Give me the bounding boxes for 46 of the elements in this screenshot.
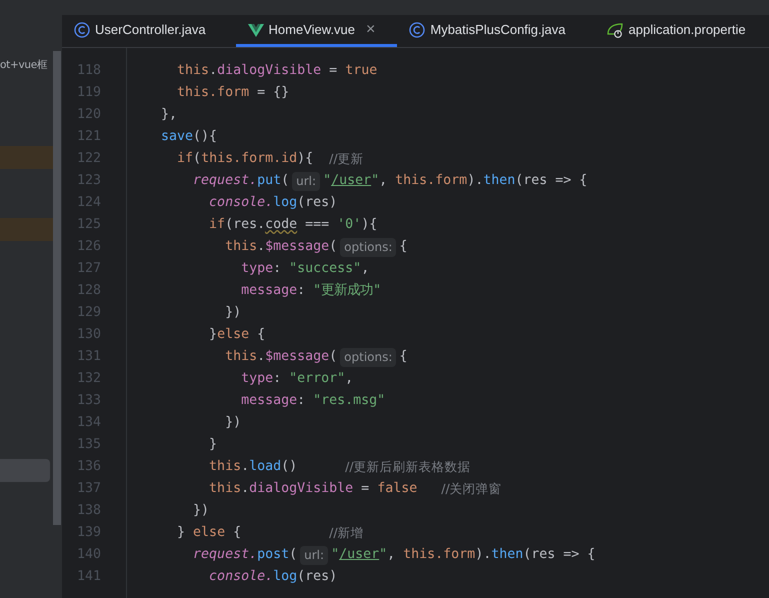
code-line: this.dialogVisible = false //关闭弹窗 — [208, 480, 503, 498]
parameter-hint: options: — [340, 238, 396, 256]
close-button[interactable]: × — [366, 20, 376, 38]
code-line: this.load() //更新后刷新表格数据 — [208, 458, 472, 476]
code-line: }) — [224, 304, 242, 322]
code-line: type: "error", — [240, 370, 354, 388]
code-line: }) — [192, 502, 210, 520]
code-line: this.form = {} — [176, 84, 290, 102]
code-text: { — [399, 238, 408, 256]
class-icon — [74, 22, 90, 38]
code-text: this.$message( — [224, 348, 338, 366]
code-text: this.$message( — [224, 238, 338, 256]
code-line: message: "更新成功" — [240, 282, 382, 300]
code-line: }) — [224, 414, 242, 432]
class-icon — [409, 22, 426, 38]
code-line: }else { — [208, 326, 266, 344]
code-text: { — [399, 348, 408, 366]
scrollbar[interactable] — [53, 51, 61, 525]
code-text: request.post( — [192, 546, 298, 564]
changed-row-highlight — [0, 218, 53, 241]
changed-row-highlight — [0, 146, 53, 169]
selected-row[interactable] — [0, 459, 50, 482]
vue-icon — [248, 22, 264, 36]
parameter-hint: url: — [292, 172, 320, 190]
code-text: "/user", this.form).then(res => { — [331, 546, 596, 564]
code-line: console.log(res) — [208, 194, 338, 212]
code-line: if(this.form.id){ //更新 — [176, 150, 365, 168]
code-line: type: "success", — [240, 260, 370, 278]
code-line: save(){ — [160, 128, 218, 146]
code-line: } else { //新增 — [176, 524, 365, 542]
project-title[interactable]: ot+vue框 — [0, 58, 48, 72]
file-tab[interactable]: application.propertie — [594, 15, 768, 47]
code-line: this.dialogVisible = true — [176, 62, 378, 80]
parameter-hint: options: — [340, 348, 396, 366]
leaf-power-icon — [606, 22, 624, 38]
file-tab[interactable]: HomeView.vue × — [236, 15, 398, 47]
file-tab[interactable]: MybatisPlusConfig.java — [397, 15, 594, 47]
code-line: }, — [160, 106, 178, 124]
code-line: message: "res.msg" — [240, 392, 386, 410]
code-line: } — [208, 436, 218, 454]
code-text: request.put( — [192, 172, 290, 190]
code-line: if(res.code === '0'){ — [208, 216, 378, 234]
code-text: "/user", this.form).then(res => { — [323, 172, 588, 190]
parameter-hint: url: — [300, 546, 328, 564]
file-tab[interactable]: UserController.java — [62, 15, 236, 47]
code-line: console.log(res) — [208, 568, 338, 586]
